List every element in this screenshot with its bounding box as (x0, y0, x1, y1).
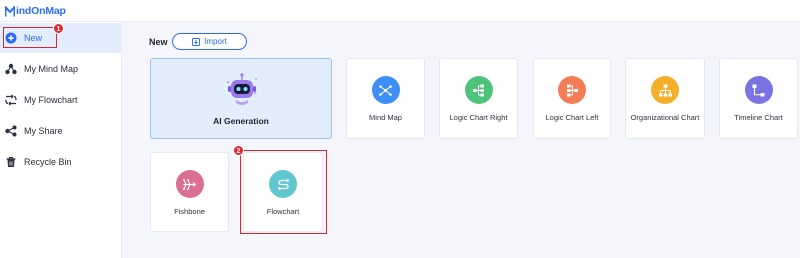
trash-icon (6, 156, 16, 167)
logo-text: indOnMap (16, 5, 66, 17)
logo-m-icon (5, 5, 15, 16)
template-label: Organizational Chart (630, 113, 700, 122)
import-icon (192, 37, 201, 46)
template-card-logic-chart-left[interactable]: Logic Chart Left (533, 58, 611, 139)
sidebar-item-my-share[interactable]: My Share (0, 116, 121, 146)
sidebar-item-recycle-bin[interactable]: Recycle Bin (0, 147, 121, 177)
fishbone-icon (175, 170, 204, 198)
mind-map-icon (371, 76, 400, 104)
template-label: Timeline Chart (734, 113, 783, 122)
sidebar-item-label: My Mind Map (24, 64, 79, 74)
new-section-title: New (149, 37, 168, 47)
template-label: AI Generation (213, 116, 269, 126)
logic-right-icon (464, 76, 493, 104)
app-logo[interactable]: indOnMap (5, 4, 66, 18)
template-card-fishbone[interactable]: Fishbone (150, 152, 229, 232)
import-button[interactable]: Import (172, 33, 247, 50)
template-card-timeline-chart[interactable]: Timeline Chart (719, 58, 798, 139)
top-bar: indOnMap (0, 0, 800, 22)
timeline-icon (744, 76, 773, 104)
template-card-logic-chart-right[interactable]: Logic Chart Right (439, 58, 518, 139)
share-icon (5, 125, 17, 137)
sidebar-item-label: Recycle Bin (24, 157, 72, 167)
template-card-ai-generation[interactable]: AI Generation (150, 58, 332, 139)
flowchart-highlight-box (240, 150, 327, 234)
sidebar-item-my-mind-map[interactable]: My Mind Map (0, 54, 121, 84)
sidebar-item-label: My Flowchart (24, 95, 78, 105)
step-badge-2: 2 (233, 145, 244, 156)
new-highlight-box (3, 27, 57, 48)
template-card-mind-map[interactable]: Mind Map (346, 58, 425, 139)
template-card-organizational-chart[interactable]: Organizational Chart (625, 58, 705, 139)
template-label: Mind Map (369, 113, 402, 122)
org-chart-icon (651, 76, 679, 104)
import-label: Import (204, 37, 227, 46)
mind-map-icon (5, 63, 17, 75)
template-label: Logic Chart Right (449, 113, 508, 122)
logic-left-icon (558, 76, 586, 104)
flowchart-icon (5, 94, 17, 106)
sidebar: New My Mind Map My Flowchart My Share Re… (0, 22, 122, 258)
template-label: Fishbone (174, 207, 205, 216)
step-badge-1: 1 (53, 23, 64, 34)
sidebar-item-my-flowchart[interactable]: My Flowchart (0, 85, 121, 115)
sidebar-item-label: My Share (24, 126, 63, 136)
robot-icon (226, 73, 258, 105)
template-label: Logic Chart Left (545, 113, 599, 122)
